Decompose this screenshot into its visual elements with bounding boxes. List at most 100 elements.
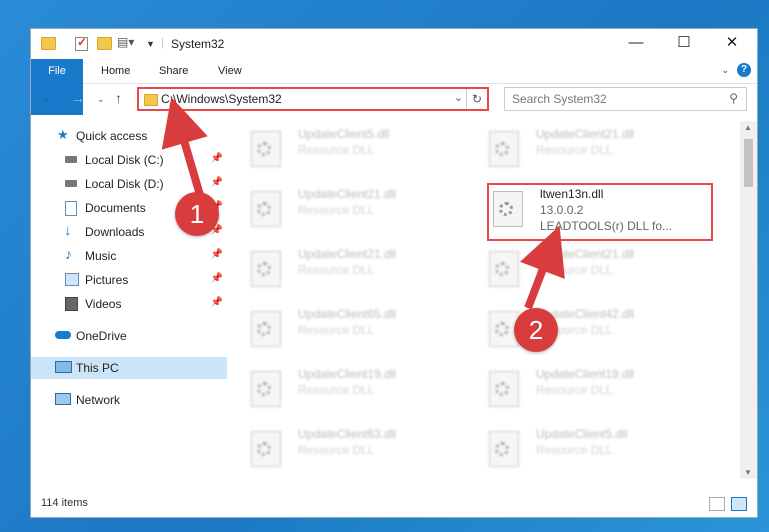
ribbon-tabs: File Home Share View ⌄ ? [31, 59, 757, 115]
list-item[interactable]: UpdateClient21.dll Resource DLL [489, 127, 719, 183]
tab-share[interactable]: Share [159, 59, 188, 83]
pin-icon[interactable]: 📌 [211, 177, 223, 188]
dll-file-icon [251, 431, 281, 467]
dll-file-icon [251, 311, 281, 347]
new-folder-icon[interactable] [97, 37, 112, 50]
nav-item-pictures[interactable]: Pictures 📌 [31, 269, 227, 291]
nav-quick-access[interactable]: ★ Quick access [31, 125, 227, 147]
file-name: UpdateClient21.dll [298, 247, 397, 261]
file-name: UpdateClient19.dll [536, 367, 635, 381]
title-divider: | [161, 35, 165, 49]
tab-view[interactable]: View [218, 59, 242, 83]
nav-label: Network [76, 393, 121, 407]
scroll-down-arrow-icon[interactable]: ▼ [744, 468, 752, 477]
pictures-icon [65, 273, 79, 286]
nav-label: Quick access [76, 129, 148, 143]
expand-ribbon-chevron-icon[interactable]: ⌄ [721, 65, 729, 76]
nav-label: Local Disk (C:) [85, 153, 164, 167]
nav-label: Music [85, 249, 117, 263]
customize-toolbar-chevron-icon[interactable]: ▼ [146, 39, 155, 49]
scroll-thumb[interactable] [744, 139, 753, 187]
minimize-button[interactable]: — [613, 29, 659, 59]
file-description: Resource DLL [298, 443, 375, 457]
tab-home[interactable]: Home [101, 59, 130, 83]
list-item[interactable]: UpdateClient21.dll Resource DLL [251, 247, 481, 303]
help-icon[interactable]: ? [737, 63, 751, 77]
list-item[interactable]: UpdateClient21.dll Resource DLL [251, 187, 481, 243]
scroll-up-arrow-icon[interactable]: ▲ [744, 123, 752, 132]
nav-item-videos[interactable]: Videos 📌 [31, 293, 227, 315]
title-bar: ▤▾ ▼ | System32 — ☐ ✕ [31, 29, 757, 59]
back-arrow-icon[interactable]: ← [41, 90, 55, 106]
pin-icon[interactable]: 📌 [211, 249, 223, 260]
dll-file-icon [489, 371, 519, 407]
dll-file-icon [251, 251, 281, 287]
dll-file-icon [251, 191, 281, 227]
nav-label: OneDrive [76, 329, 127, 343]
file-description: Resource DLL [536, 443, 613, 457]
music-icon: ♪ [65, 246, 72, 262]
nav-label: Downloads [85, 225, 145, 239]
file-name: UpdateClient21.dll [536, 247, 635, 261]
quick-access-toolbar-icon[interactable]: ▤▾ [117, 35, 134, 49]
pin-icon[interactable]: 📌 [211, 273, 223, 284]
nav-item-onedrive[interactable]: OneDrive [31, 325, 227, 347]
list-item[interactable]: UpdateClient19.dll Resource DLL [489, 367, 719, 423]
list-item[interactable]: UpdateClient5.dll Resource DLL [251, 127, 481, 183]
search-placeholder: Search System32 [512, 92, 607, 106]
nav-item-local-disk-c[interactable]: Local Disk (C:) 📌 [31, 149, 227, 171]
documents-icon [65, 201, 77, 216]
pin-icon[interactable]: 📌 [211, 153, 223, 164]
window-title: System32 [171, 37, 225, 51]
address-path[interactable]: C:\Windows\System32 [161, 92, 282, 106]
explorer-window: ▤▾ ▼ | System32 — ☐ ✕ File Home Share Vi… [30, 28, 758, 518]
file-name: UpdateClient5.dll [536, 427, 628, 441]
large-icons-view-icon[interactable] [731, 497, 747, 511]
close-button[interactable]: ✕ [709, 29, 755, 59]
dll-file-icon [489, 431, 519, 467]
maximize-button[interactable]: ☐ [661, 29, 707, 59]
star-icon: ★ [57, 127, 69, 142]
list-item[interactable]: UpdateClient65.dll Resource DLL [251, 307, 481, 363]
file-name: UpdateClient21.dll [298, 187, 397, 201]
vertical-scrollbar[interactable]: ▲ ▼ [740, 121, 757, 479]
dll-file-icon [489, 251, 519, 287]
list-item[interactable]: UpdateClient19.dll Resource DLL [251, 367, 481, 423]
file-description: Resource DLL [298, 383, 375, 397]
list-item[interactable]: UpdateClient63.dll Resource DLL [251, 427, 481, 483]
up-arrow-icon[interactable]: ↑ [115, 90, 122, 106]
callout-2: 2 [514, 308, 558, 352]
list-item[interactable]: UpdateClient21.dll Resource DLL [489, 247, 719, 303]
nav-item-network[interactable]: Network [31, 389, 227, 411]
file-name: UpdateClient65.dll [298, 307, 397, 321]
file-name: UpdateClient63.dll [298, 427, 397, 441]
nav-label: Documents [85, 201, 146, 215]
status-bar: 114 items [31, 491, 757, 517]
forward-arrow-icon[interactable]: → [71, 90, 85, 106]
file-name: UpdateClient5.dll [298, 127, 390, 141]
drive-icon [65, 180, 77, 187]
file-list: UpdateClient5.dll Resource DLL UpdateCli… [241, 121, 741, 481]
refresh-icon[interactable]: ↻ [466, 89, 487, 109]
address-bar[interactable]: C:\Windows\System32 ⌄ ↻ [137, 87, 489, 111]
recent-locations-chevron-icon[interactable]: ⌄ [97, 94, 105, 105]
nav-item-music[interactable]: ♪ Music 📌 [31, 245, 227, 267]
nav-label: Local Disk (D:) [85, 177, 164, 191]
address-dropdown-chevron-icon[interactable]: ⌄ [454, 91, 463, 104]
folder-icon [41, 37, 56, 50]
nav-item-this-pc[interactable]: This PC [31, 357, 227, 379]
properties-icon[interactable] [75, 35, 88, 51]
pin-icon[interactable]: 📌 [211, 297, 223, 308]
file-description: Resource DLL [536, 143, 613, 157]
search-icon[interactable]: ⚲ [729, 91, 738, 105]
file-description: Resource DLL [298, 263, 375, 277]
file-description: Resource DLL [536, 383, 613, 397]
list-item[interactable]: UpdateClient5.dll Resource DLL [489, 427, 719, 483]
details-view-icon[interactable] [709, 497, 725, 511]
file-description: Resource DLL [298, 143, 375, 157]
navigation-bar: ← → ⌄ ↑ C:\Windows\System32 ⌄ ↻ Search S… [31, 84, 757, 116]
search-input[interactable]: Search System32 ⚲ [504, 87, 747, 111]
dll-file-icon [251, 371, 281, 407]
cloud-icon [55, 331, 71, 339]
file-description: Resource DLL [536, 263, 613, 277]
